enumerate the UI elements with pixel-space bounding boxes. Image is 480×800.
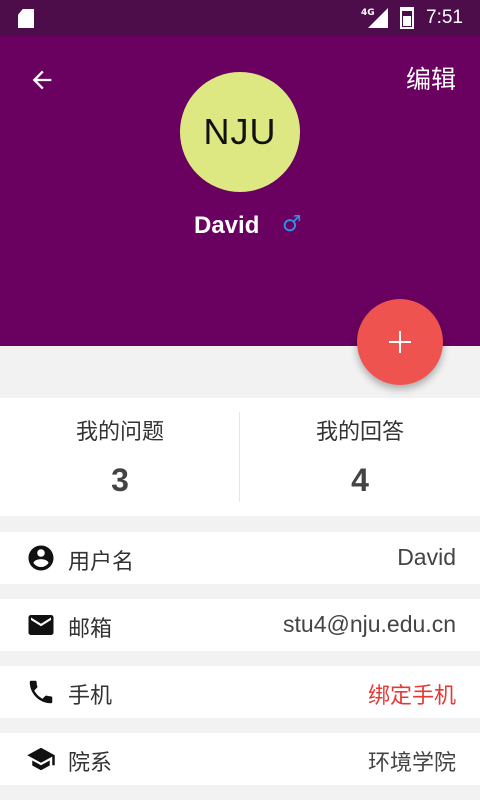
stats-divider [239,412,240,502]
row-value: David [397,544,456,570]
row-label: 手机 [68,684,113,709]
row-value: stu4@nju.edu.cn [283,611,456,637]
stat-count: 3 [111,462,129,498]
back-button[interactable] [24,62,60,98]
sd-card-icon [18,9,34,28]
phone-icon [26,677,56,707]
my-questions-stat[interactable]: 我的问题 3 [0,398,240,516]
edit-button[interactable]: 编辑 [406,60,456,96]
stat-count: 4 [351,462,369,498]
my-answers-stat[interactable]: 我的回答 4 [240,398,480,516]
row-label: 院系 [68,751,113,776]
info-row-email[interactable]: 邮箱 stu4@nju.edu.cn [0,599,480,651]
row-label: 用户名 [68,550,135,575]
arrow-back-icon [32,70,52,90]
info-row-username[interactable]: 用户名 David [0,532,480,584]
male-gender-icon: ♂ [282,212,302,237]
signal-icon [368,8,388,28]
info-row-department[interactable]: 院系 环境学院 [0,733,480,785]
info-row-phone[interactable]: 手机 绑定手机 [0,666,480,718]
row-label: 邮箱 [68,617,113,642]
add-button[interactable] [357,299,443,385]
battery-icon [400,7,414,29]
status-bar: 4G 7:51 [0,0,480,36]
user-name: David [194,212,260,239]
avatar-text: NJU [203,111,277,152]
stat-label: 我的问题 [75,420,164,445]
stat-label: 我的回答 [315,420,404,445]
school-icon [26,744,56,774]
avatar[interactable]: NJU [180,72,300,192]
bind-phone-link[interactable]: 绑定手机 [368,678,456,710]
stats-panel: 我的问题 3 我的回答 4 [0,398,480,516]
row-value: 环境学院 [367,751,456,776]
mail-icon [26,610,56,640]
plus-icon [389,331,411,353]
status-time: 7:51 [426,7,463,28]
account-circle-icon [26,543,56,573]
